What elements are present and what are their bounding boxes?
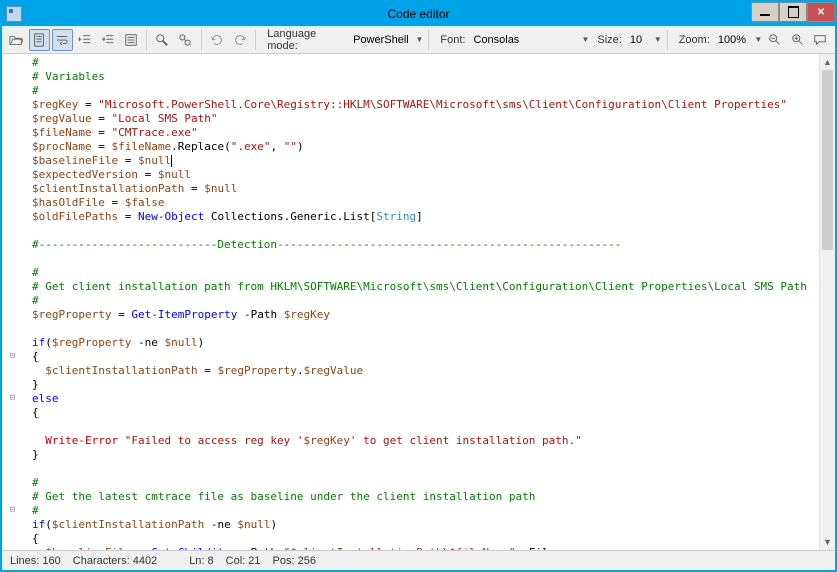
close-button[interactable] [807, 2, 835, 22]
code-editor[interactable]: # # Variables # $regKey = "Microsoft.Pow… [24, 54, 819, 550]
window-title: Code editor [387, 7, 449, 21]
dropdown-icon[interactable]: ▼ [754, 35, 762, 44]
text-cursor [171, 155, 172, 167]
zoom-select[interactable]: 100% [712, 33, 751, 47]
toolbar-separator [146, 30, 147, 50]
status-column: Col: 21 [226, 555, 261, 567]
zoom-label: Zoom: [679, 34, 710, 46]
font-label: Font: [440, 34, 465, 46]
zoom-in-icon [791, 33, 805, 47]
replace-icon [178, 33, 192, 47]
status-lines: Lines: 160 [10, 555, 61, 567]
toolbar: Language mode: PowerShell ▼ Font: Consola… [2, 26, 835, 54]
indent-icon [101, 33, 115, 47]
folder-open-icon [9, 33, 23, 47]
language-select[interactable]: PowerShell [347, 33, 411, 47]
toolbar-separator [667, 30, 668, 50]
size-select[interactable]: 10 [624, 33, 650, 47]
feedback-button[interactable] [810, 29, 831, 51]
document-button[interactable] [29, 29, 50, 51]
dropdown-icon[interactable]: ▼ [416, 35, 424, 44]
redo-icon [233, 33, 247, 47]
document-icon [32, 33, 46, 47]
search-icon [155, 33, 169, 47]
undo-button[interactable] [207, 29, 228, 51]
font-select[interactable]: Consolas [467, 33, 577, 47]
outdent-button[interactable] [75, 29, 96, 51]
size-label: Size: [597, 34, 621, 46]
title-bar: Code editor [2, 2, 835, 26]
list-button[interactable] [120, 29, 141, 51]
toolbar-separator [201, 30, 202, 50]
status-position: Pos: 256 [273, 555, 316, 567]
toolbar-separator [428, 30, 429, 50]
fold-minus-icon[interactable]: ⊟ [10, 349, 15, 363]
fold-minus-icon[interactable]: ⊟ [10, 391, 15, 405]
wrap-button[interactable] [52, 29, 73, 51]
vertical-scrollbar[interactable]: ▲ ▼ [819, 54, 835, 550]
scroll-up-button[interactable]: ▲ [820, 54, 835, 70]
status-line-number: Ln: 8 [189, 555, 213, 567]
scroll-track[interactable] [820, 70, 835, 534]
open-file-button[interactable] [6, 29, 27, 51]
undo-icon [210, 33, 224, 47]
fold-minus-icon[interactable]: ⊟ [10, 503, 15, 517]
outdent-icon [78, 33, 92, 47]
list-icon [124, 33, 138, 47]
language-label: Language mode: [267, 28, 345, 52]
dropdown-icon[interactable]: ▼ [581, 35, 589, 44]
replace-button[interactable] [175, 29, 196, 51]
dropdown-icon[interactable]: ▼ [654, 35, 662, 44]
wrap-icon [55, 33, 69, 47]
scroll-down-button[interactable]: ▼ [820, 534, 835, 550]
scroll-thumb[interactable] [822, 70, 833, 250]
maximize-button[interactable] [779, 2, 807, 22]
window-controls [751, 2, 835, 22]
redo-button[interactable] [229, 29, 250, 51]
app-icon [6, 6, 22, 22]
zoom-out-icon [768, 33, 782, 47]
toolbar-separator [255, 30, 256, 50]
status-characters: Characters: 4402 [73, 555, 157, 567]
fold-gutter[interactable]: ⊟ ⊟ ⊟ [2, 54, 24, 550]
editor-area: ⊟ ⊟ ⊟ # # Variables # $regKey = "Microso… [2, 54, 835, 550]
minimize-button[interactable] [751, 2, 779, 22]
status-bar: Lines: 160 Characters: 4402 Ln: 8 Col: 2… [2, 550, 835, 570]
find-button[interactable] [152, 29, 173, 51]
zoom-in-button[interactable] [787, 29, 808, 51]
indent-button[interactable] [97, 29, 118, 51]
speech-bubble-icon [813, 33, 827, 47]
zoom-out-button[interactable] [764, 29, 785, 51]
